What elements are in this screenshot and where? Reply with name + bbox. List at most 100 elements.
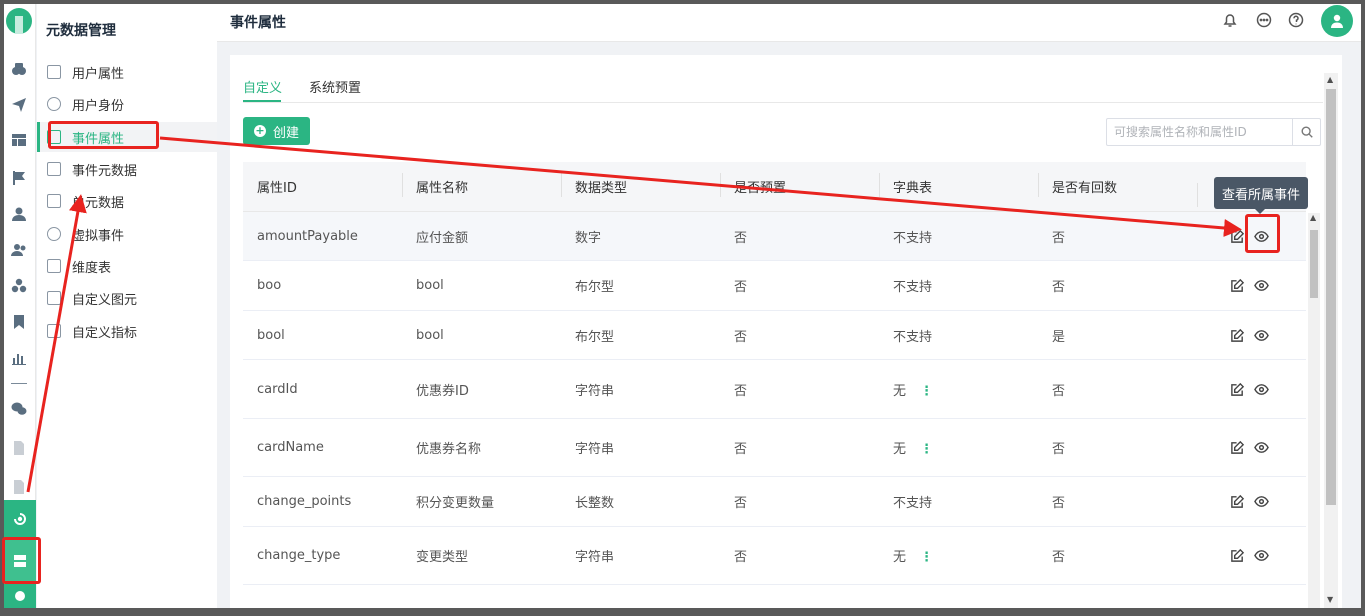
table-scrollbar[interactable]: ▲ — [1308, 213, 1320, 608]
cell-name: 积分变更数量 — [416, 496, 495, 511]
sun-icon — [47, 227, 61, 241]
cell-backfill: 否 — [1052, 230, 1066, 246]
search-button[interactable] — [1292, 119, 1320, 145]
edit-icon[interactable] — [1229, 278, 1245, 294]
edit-icon[interactable] — [1229, 228, 1245, 244]
file-arrow-icon[interactable] — [10, 478, 28, 496]
eye-icon[interactable] — [1253, 548, 1269, 564]
top-header: 事件属性 — [217, 4, 1361, 42]
menu-item-unit-metadata[interactable]: 单元数据 — [37, 186, 217, 216]
cluster-icon[interactable] — [10, 277, 28, 295]
table-row[interactable]: change_type 变更类型 字符串 否 无 ⋮ 否 — [243, 527, 1306, 585]
wechat-icon[interactable] — [10, 400, 28, 418]
search-input[interactable] — [1107, 119, 1293, 145]
edit-icon[interactable] — [1229, 494, 1245, 510]
scrollbar-thumb[interactable] — [1326, 89, 1336, 505]
table-row[interactable]: cardId 优惠券ID 字符串 否 无 ⋮ 否 — [243, 360, 1306, 419]
cell-backfill: 否 — [1052, 280, 1066, 295]
cell-name: bool — [416, 278, 444, 293]
menu-item-custom-element[interactable]: 自定义图元 — [37, 283, 217, 313]
more-icon[interactable]: ⋮ — [920, 384, 933, 399]
table-row[interactable]: cardName 优惠券名称 字符串 否 无 ⋮ 否 — [243, 419, 1306, 477]
layout-icon[interactable] — [10, 131, 28, 149]
row-actions — [1197, 327, 1306, 343]
cell-backfill: 是 — [1052, 329, 1066, 345]
cell-preset: 否 — [734, 383, 748, 399]
send-icon[interactable] — [10, 96, 28, 114]
scroll-up-icon[interactable]: ▲ — [1327, 75, 1333, 84]
more-icon[interactable]: ⋮ — [920, 442, 933, 457]
analytics-nav[interactable] — [4, 500, 36, 538]
rail-divider — [11, 383, 27, 384]
file-icon[interactable] — [10, 439, 28, 457]
table-row[interactable]: amountPayable 应付金额 数字 否 不支持 否 — [243, 212, 1306, 261]
table-row[interactable]: boo bool 布尔型 否 不支持 否 — [243, 261, 1306, 311]
dashboard-icon[interactable] — [10, 60, 28, 78]
dict-value: 无 — [893, 550, 907, 565]
menu-item-custom-metric[interactable]: 自定义指标 — [37, 316, 217, 346]
scroll-up-icon[interactable]: ▲ — [1310, 213, 1316, 222]
cell-id: change_points — [257, 494, 352, 509]
column-header: 数据类型 — [561, 173, 720, 197]
more-icon[interactable]: ⋮ — [920, 550, 933, 565]
eye-icon[interactable] — [1253, 440, 1269, 456]
edit-icon[interactable] — [1229, 381, 1245, 397]
create-button[interactable]: + 创建 — [243, 117, 310, 145]
table-header: 属性ID 属性名称 数据类型 是否预置 字典表 是否有回数 — [243, 162, 1306, 212]
menu-item-label: 自定义图元 — [72, 292, 138, 308]
secondary-menu: 元数据管理 用户属性 用户身份 事件属性 事件元数据 单元数据 虚拟事件 维度表… — [37, 4, 217, 608]
bell-icon[interactable] — [1222, 12, 1238, 28]
flag-icon[interactable] — [10, 169, 28, 187]
eye-icon[interactable] — [1253, 381, 1269, 397]
cell-dict: 不支持 — [893, 230, 933, 246]
user-avatar[interactable] — [1321, 5, 1353, 37]
page-scrollbar[interactable]: ▲ ▼ — [1324, 73, 1338, 608]
bookmark-icon[interactable] — [10, 313, 28, 331]
cell-preset: 否 — [734, 442, 748, 457]
icon-rail — [4, 4, 36, 608]
cell-name: 优惠券ID — [416, 383, 469, 399]
user-avatar-icon — [1331, 14, 1343, 28]
tab-custom[interactable]: 自定义 — [243, 77, 282, 96]
table-icon — [47, 259, 61, 273]
help-icon[interactable] — [1288, 12, 1304, 28]
column-header: 属性ID — [257, 181, 297, 196]
row-actions — [1197, 440, 1306, 456]
row-actions — [1197, 381, 1306, 397]
cell-dict: 不支持 — [893, 280, 933, 295]
cell-name: 变更类型 — [416, 550, 469, 565]
eye-icon[interactable] — [1253, 327, 1269, 343]
dict-value: 无 — [893, 442, 907, 457]
logo-icon[interactable] — [6, 8, 32, 34]
users-icon[interactable] — [10, 241, 28, 259]
scrollbar-thumb[interactable] — [1310, 230, 1318, 298]
gear-icon — [15, 591, 25, 601]
tab-system-preset[interactable]: 系统预置 — [309, 77, 361, 96]
column-header: 是否预置 — [720, 173, 879, 197]
menu-item-label: 自定义指标 — [72, 325, 138, 341]
eye-icon[interactable] — [1253, 494, 1269, 510]
column-header: 是否有回数 — [1038, 173, 1197, 197]
edit-icon[interactable] — [1229, 327, 1245, 343]
cell-type: 数字 — [575, 230, 602, 246]
menu-item-dimension-table[interactable]: 维度表 — [37, 251, 217, 281]
menu-item-virtual-event[interactable]: 虚拟事件 — [37, 219, 217, 249]
scroll-down-icon[interactable]: ▼ — [1327, 595, 1333, 604]
menu-item-event-metadata[interactable]: 事件元数据 — [37, 154, 217, 184]
settings-nav[interactable] — [4, 584, 36, 608]
create-button-label: 创建 — [272, 125, 299, 141]
cell-backfill: 否 — [1052, 496, 1066, 511]
menu-item-label: 用户身份 — [72, 98, 125, 114]
table-row[interactable]: bool bool 布尔型 否 不支持 是 — [243, 311, 1306, 360]
edit-icon[interactable] — [1229, 440, 1245, 456]
table-row[interactable]: change_points 积分变更数量 长整数 否 不支持 否 — [243, 477, 1306, 527]
bar-chart-icon[interactable] — [10, 349, 28, 367]
eye-icon[interactable] — [1253, 278, 1269, 294]
chat-icon[interactable] — [1256, 12, 1272, 28]
menu-item-user-attributes[interactable]: 用户属性 — [37, 57, 217, 87]
row-actions — [1197, 548, 1306, 564]
edit-icon[interactable] — [1229, 548, 1245, 564]
menu-item-user-identity[interactable]: 用户身份 — [37, 89, 217, 119]
cell-type: 布尔型 — [575, 329, 615, 345]
user-icon[interactable] — [10, 205, 28, 223]
